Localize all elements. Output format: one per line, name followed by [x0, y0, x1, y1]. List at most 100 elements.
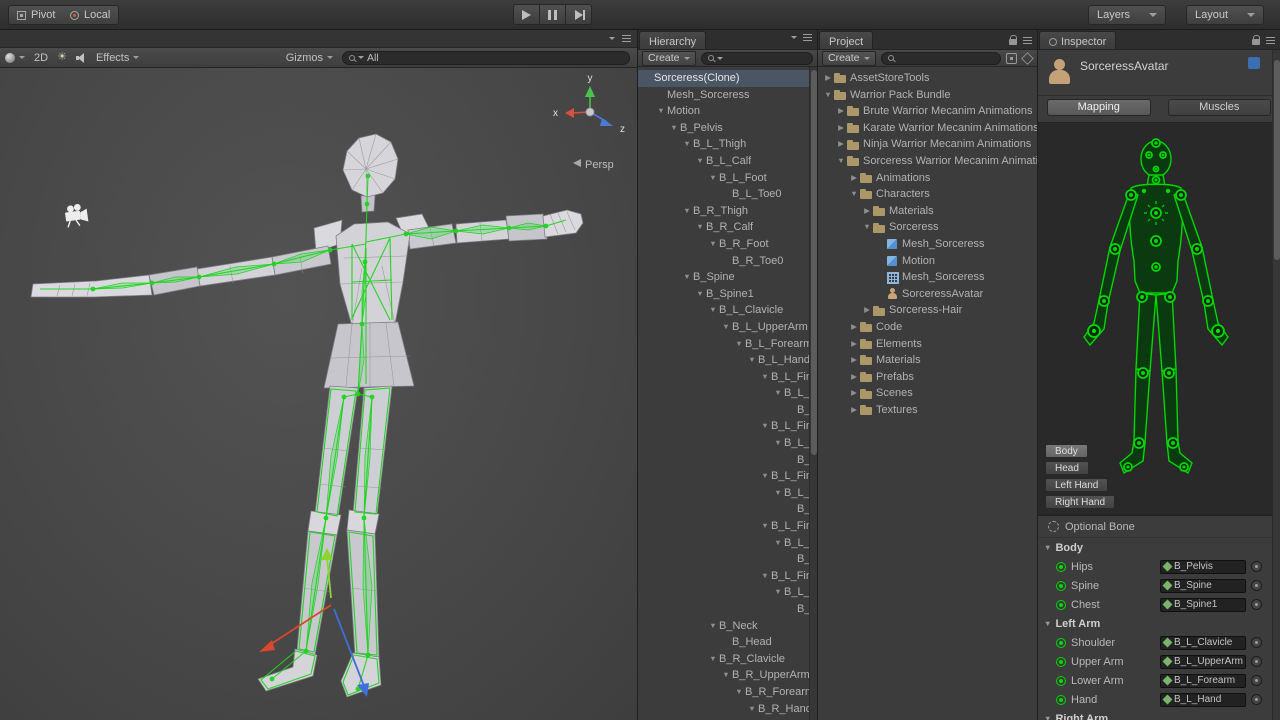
- expander-icon[interactable]: ▼: [835, 153, 847, 170]
- expander-icon[interactable]: ▼: [707, 170, 719, 187]
- expander-icon[interactable]: ▼: [694, 219, 706, 236]
- bone-section-header[interactable]: ▼Right Arm: [1038, 709, 1280, 720]
- hierarchy-item[interactable]: ▼B_Spine: [638, 269, 817, 286]
- hierarchy-item[interactable]: ▼B_L_: [638, 535, 817, 552]
- hierarchy-item[interactable]: B_: [638, 501, 817, 518]
- bone-object-field[interactable]: B_L_Clavicle: [1160, 636, 1246, 650]
- expander-icon[interactable]: ▼: [772, 485, 784, 502]
- project-search-input[interactable]: [881, 52, 1001, 65]
- expander-icon[interactable]: ▶: [848, 352, 860, 369]
- expander-icon[interactable]: ▶: [848, 402, 860, 419]
- avatar-map-button-left-hand[interactable]: Left Hand: [1045, 478, 1108, 492]
- expander-icon[interactable]: ▶: [822, 70, 834, 87]
- expander-icon[interactable]: ▼: [720, 319, 732, 336]
- hierarchy-create-button[interactable]: Create: [642, 51, 696, 66]
- hierarchy-item[interactable]: B_Head: [638, 634, 817, 651]
- expander-icon[interactable]: ▶: [848, 369, 860, 386]
- hierarchy-item[interactable]: ▼B_L_Forearm: [638, 336, 817, 353]
- expander-icon[interactable]: ▼: [655, 103, 667, 120]
- hierarchy-search-input[interactable]: [701, 52, 813, 65]
- play-button[interactable]: [513, 4, 540, 25]
- hierarchy-item[interactable]: Mesh_Sorceress: [638, 87, 817, 104]
- hierarchy-item[interactable]: B_: [638, 551, 817, 568]
- toggle-2d-button[interactable]: 2D: [34, 52, 48, 64]
- expander-icon[interactable]: ▶: [861, 203, 873, 220]
- expander-icon[interactable]: ▼: [772, 535, 784, 552]
- tab-hierarchy[interactable]: Hierarchy: [639, 31, 706, 49]
- expander-icon[interactable]: ▼: [707, 302, 719, 319]
- project-item[interactable]: ▶Scenes: [818, 385, 1037, 402]
- axis-y-cone[interactable]: [585, 86, 595, 97]
- persp-label[interactable]: Persp: [585, 159, 614, 171]
- project-item[interactable]: ▼Warrior Pack Bundle: [818, 87, 1037, 104]
- expander-icon[interactable]: ▶: [848, 336, 860, 353]
- scene-viewport[interactable]: y x z Persp: [0, 68, 637, 720]
- panel-menu-icon[interactable]: [1266, 40, 1275, 41]
- hierarchy-item[interactable]: ▼B_Pelvis: [638, 120, 817, 137]
- expander-icon[interactable]: ▼: [759, 418, 771, 435]
- expander-icon[interactable]: ▼: [772, 435, 784, 452]
- project-create-button[interactable]: Create: [822, 51, 876, 66]
- project-item[interactable]: ▶Sorceress-Hair: [818, 302, 1037, 319]
- expander-icon[interactable]: ▶: [835, 103, 847, 120]
- hierarchy-item[interactable]: ▼B_R_Foot: [638, 236, 817, 253]
- hierarchy-item[interactable]: ▼B_L_Calf: [638, 153, 817, 170]
- object-picker-icon[interactable]: [1251, 561, 1262, 572]
- tab-project[interactable]: Project: [819, 31, 873, 49]
- hierarchy-item[interactable]: ▼B_L_Fin: [638, 568, 817, 585]
- hierarchy-item[interactable]: ▼B_L_Clavicle: [638, 302, 817, 319]
- camera-gizmo-icon[interactable]: [64, 203, 89, 228]
- project-item[interactable]: ▶Textures: [818, 402, 1037, 419]
- tab-muscles[interactable]: Muscles: [1168, 99, 1272, 116]
- object-picker-icon[interactable]: [1251, 580, 1262, 591]
- step-button[interactable]: [565, 4, 592, 25]
- hierarchy-item[interactable]: ▼B_R_UpperArm: [638, 667, 817, 684]
- project-item[interactable]: ▼Sorceress Warrior Mecanim Animations: [818, 153, 1037, 170]
- search-by-label-icon[interactable]: [1021, 52, 1033, 64]
- project-item[interactable]: ▶Animations: [818, 170, 1037, 187]
- expander-icon[interactable]: ▼: [772, 385, 784, 402]
- expander-icon[interactable]: ▼: [848, 186, 860, 203]
- expander-icon[interactable]: ▼: [746, 701, 758, 718]
- project-item[interactable]: ▼Sorceress: [818, 219, 1037, 236]
- asset-badge-icon[interactable]: [1248, 57, 1260, 69]
- expander-icon[interactable]: ▼: [707, 651, 719, 668]
- expander-icon[interactable]: ▼: [707, 618, 719, 635]
- hierarchy-item[interactable]: B_: [638, 402, 817, 419]
- gizmo-x-arrow[interactable]: [259, 640, 275, 652]
- project-item[interactable]: ▶Prefabs: [818, 369, 1037, 386]
- bone-section-header[interactable]: ▼Left Arm: [1038, 614, 1280, 633]
- expander-icon[interactable]: ▼: [822, 87, 834, 104]
- project-item[interactable]: ▶Brute Warrior Mecanim Animations: [818, 103, 1037, 120]
- avatar-mapping-diagram[interactable]: BodyHeadLeft HandRight Hand: [1038, 122, 1280, 516]
- lock-icon[interactable]: [1009, 39, 1017, 45]
- expander-icon[interactable]: ▶: [861, 302, 873, 319]
- expander-icon[interactable]: ▼: [681, 136, 693, 153]
- object-picker-icon[interactable]: [1251, 656, 1262, 667]
- hierarchy-item[interactable]: ▼B_R_Calf: [638, 219, 817, 236]
- hierarchy-item[interactable]: ▼B_L_Thigh: [638, 136, 817, 153]
- project-item[interactable]: ▶AssetStoreTools: [818, 70, 1037, 87]
- expander-icon[interactable]: ▼: [681, 269, 693, 286]
- hierarchy-item[interactable]: ▼B_L_Fin: [638, 468, 817, 485]
- bone-object-field[interactable]: B_Spine1: [1160, 598, 1246, 612]
- layout-dropdown[interactable]: Layout: [1186, 5, 1264, 25]
- scene-search-input[interactable]: All: [342, 51, 630, 65]
- axis-center-sphere[interactable]: [586, 108, 594, 116]
- hierarchy-item[interactable]: ▼B_R_Forearm: [638, 684, 817, 701]
- scrollbar-thumb[interactable]: [1274, 60, 1280, 260]
- project-item[interactable]: ▶Karate Warrior Mecanim Animations: [818, 120, 1037, 137]
- avatar-map-button-right-hand[interactable]: Right Hand: [1045, 495, 1115, 509]
- orientation-gizmo[interactable]: y x z Persp: [553, 73, 625, 171]
- project-item[interactable]: Motion: [818, 253, 1037, 270]
- hierarchy-item[interactable]: ▼B_R_Thigh: [638, 203, 817, 220]
- project-item[interactable]: ▶Code: [818, 319, 1037, 336]
- axis-x-cone[interactable]: [565, 108, 574, 118]
- expander-icon[interactable]: ▼: [861, 219, 873, 236]
- expander-icon[interactable]: ▼: [759, 369, 771, 386]
- object-picker-icon[interactable]: [1251, 694, 1262, 705]
- expander-icon[interactable]: ▼: [720, 667, 732, 684]
- avatar-map-button-head[interactable]: Head: [1045, 461, 1089, 475]
- character-mesh[interactable]: [31, 134, 583, 697]
- bone-section-header[interactable]: ▼Body: [1038, 538, 1280, 557]
